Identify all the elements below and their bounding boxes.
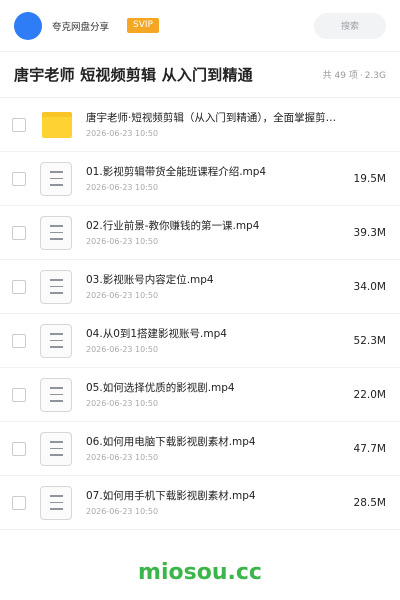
select-checkbox[interactable] xyxy=(12,171,26,186)
file-date: 2026-06-23 10:50 xyxy=(86,399,159,408)
file-name[interactable]: 03.影视账号内容定位.mp4 xyxy=(86,273,338,288)
file-size: 39.3M xyxy=(353,226,386,239)
select-checkbox[interactable] xyxy=(12,387,26,402)
total-size: 2.3G xyxy=(364,71,386,81)
file-icon xyxy=(40,377,74,412)
svip-badge: SVIP xyxy=(127,18,159,33)
share-summary: 共 49 项 · 2.3G xyxy=(323,68,386,81)
file-name[interactable]: 05.如何选择优质的影视剧.mp4 xyxy=(86,381,338,396)
file-date: 2026-06-23 10:50 xyxy=(86,237,159,246)
folder-icon xyxy=(40,108,74,142)
file-icon xyxy=(40,161,74,196)
file-size: 22.0M xyxy=(353,388,386,401)
page-title: 唐宇老师 短视频剪辑 从入门到精通 xyxy=(14,66,253,84)
list-item[interactable]: 04.从0到1搭建影视账号.mp4 2026-06-23 10:50 52.3M xyxy=(0,314,400,368)
file-date: 2026-06-23 10:50 xyxy=(86,345,159,354)
search-label: 搜索 xyxy=(340,22,359,32)
select-checkbox[interactable] xyxy=(12,279,26,294)
file-name[interactable]: 01.影视剪辑带货全能班课程介绍.mp4 xyxy=(86,165,338,180)
list-item[interactable]: 唐宇老师·短视频剪辑（从入门到精通），全面掌握剪辑技能 2026-06-23 1… xyxy=(0,98,400,152)
avatar[interactable] xyxy=(14,11,42,40)
select-checkbox[interactable] xyxy=(12,117,26,132)
file-name[interactable]: 06.如何用电脑下载影视剧素材.mp4 xyxy=(86,435,338,450)
file-date: 2026-06-23 10:50 xyxy=(86,453,159,462)
file-name[interactable]: 唐宇老师·短视频剪辑（从入门到精通），全面掌握剪辑技能 xyxy=(86,111,338,126)
brand-name: 夸克网盘分享 xyxy=(52,21,110,33)
file-icon xyxy=(40,431,74,466)
file-size: 19.5M xyxy=(353,172,386,185)
file-icon xyxy=(40,215,74,250)
file-date: 2026-06-23 10:50 xyxy=(86,507,159,516)
file-date: 2026-06-23 10:50 xyxy=(86,183,159,192)
file-icon xyxy=(40,269,74,304)
footer: miosou.cc xyxy=(0,560,400,585)
select-checkbox[interactable] xyxy=(12,333,26,348)
file-icon xyxy=(40,485,74,520)
file-size: 47.7M xyxy=(353,442,386,455)
item-count: 共 49 项 xyxy=(322,71,358,81)
site-watermark: miosou.cc xyxy=(138,560,262,585)
file-size: 52.3M xyxy=(353,334,386,347)
list-item[interactable]: 02.行业前景-教你赚钱的第一课.mp4 2026-06-23 10:50 39… xyxy=(0,206,400,260)
file-size: 28.5M xyxy=(353,496,386,509)
list-item[interactable]: 07.如何用手机下载影视剧素材.mp4 2026-06-23 10:50 28.… xyxy=(0,476,400,530)
list-item[interactable]: 01.影视剪辑带货全能班课程介绍.mp4 2026-06-23 10:50 19… xyxy=(0,152,400,206)
file-name[interactable]: 04.从0到1搭建影视账号.mp4 xyxy=(86,327,338,342)
file-size: 34.0M xyxy=(353,280,386,293)
search-button[interactable]: 搜索 xyxy=(314,12,386,39)
file-name[interactable]: 02.行业前景-教你赚钱的第一课.mp4 xyxy=(86,219,338,234)
list-item[interactable]: 05.如何选择优质的影视剧.mp4 2026-06-23 10:50 22.0M xyxy=(0,368,400,422)
select-checkbox[interactable] xyxy=(12,441,26,456)
share-title-bar: 唐宇老师 短视频剪辑 从入门到精通 共 49 项 · 2.3G xyxy=(0,52,400,98)
file-date: 2026-06-23 10:50 xyxy=(86,291,159,300)
list-item[interactable]: 06.如何用电脑下载影视剧素材.mp4 2026-06-23 10:50 47.… xyxy=(0,422,400,476)
file-name[interactable]: 07.如何用手机下载影视剧素材.mp4 xyxy=(86,489,338,504)
file-list: 唐宇老师·短视频剪辑（从入门到精通），全面掌握剪辑技能 2026-06-23 1… xyxy=(0,98,400,530)
top-bar: 夸克网盘分享 SVIP 搜索 xyxy=(0,0,400,52)
file-date: 2026-06-23 10:50 xyxy=(86,129,159,138)
file-icon xyxy=(40,323,74,358)
list-item[interactable]: 03.影视账号内容定位.mp4 2026-06-23 10:50 34.0M xyxy=(0,260,400,314)
select-checkbox[interactable] xyxy=(12,495,26,510)
summary-separator: · xyxy=(359,71,363,81)
select-checkbox[interactable] xyxy=(12,225,26,240)
